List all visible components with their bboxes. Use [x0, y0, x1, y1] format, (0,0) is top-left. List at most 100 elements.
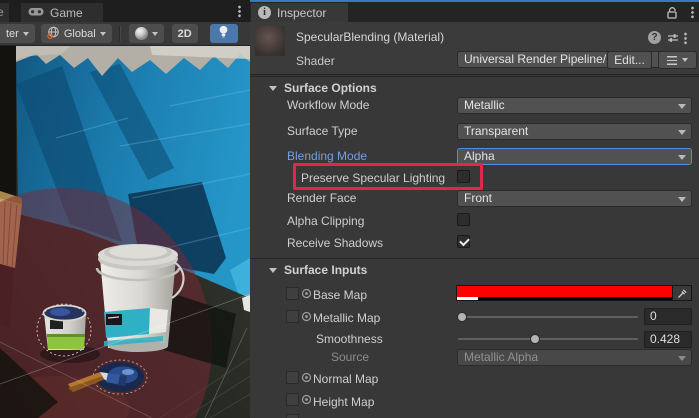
render-face-dropdown[interactable]: Front — [457, 190, 692, 207]
smoothness-slider[interactable] — [458, 334, 638, 344]
foldout-icon — [269, 86, 277, 91]
object-picker-icon[interactable] — [301, 372, 312, 383]
global-orientation-button[interactable]: Global — [41, 24, 112, 43]
lock-icon[interactable] — [666, 6, 678, 23]
shader-options-button[interactable] — [658, 51, 697, 69]
chevron-down-icon — [678, 197, 686, 202]
object-picker-icon[interactable] — [301, 288, 312, 299]
surface-type-dropdown[interactable]: Transparent — [457, 123, 692, 140]
pivot-label: ter — [6, 28, 19, 40]
chevron-down-icon — [100, 32, 106, 36]
slider-track[interactable] — [458, 338, 638, 340]
receive-shadows-label: Receive Shadows — [287, 235, 383, 252]
help-icon[interactable] — [648, 31, 661, 44]
presets-icon[interactable] — [667, 32, 679, 47]
shader-dropdown[interactable]: Universal Render Pipeline/Lit — [457, 51, 692, 68]
material-preview-thumbnail[interactable] — [255, 26, 285, 56]
chevron-down-icon — [678, 155, 686, 160]
partial-tab[interactable]: e — [0, 3, 9, 22]
game-tabbar: e Game — [0, 0, 250, 22]
tab-inspector-label: Inspector — [277, 6, 326, 20]
shader-dropdown-value: Universal Render Pipeline/Lit — [464, 52, 619, 66]
eyedropper-icon — [677, 288, 688, 299]
info-icon — [258, 6, 271, 19]
slider-thumb[interactable] — [457, 312, 467, 322]
global-label: Global — [64, 28, 96, 40]
source-label: Source — [331, 349, 369, 366]
smoothness-label: Smoothness — [316, 331, 383, 348]
workflow-mode-value: Metallic — [464, 98, 505, 112]
game-panel-menu-icon[interactable] — [238, 5, 241, 18]
material-title: SpecularBlending (Material) — [296, 29, 444, 46]
tab-game[interactable]: Game — [21, 3, 103, 22]
section-surface-options-title: Surface Options — [284, 81, 377, 95]
inspector-panel: Inspector SpecularBlending (Material) Sh… — [250, 0, 699, 418]
metallic-map-texture-slot[interactable] — [286, 310, 299, 323]
receive-shadows-checkbox[interactable] — [457, 235, 470, 248]
material-menu-icon[interactable] — [684, 32, 687, 45]
inspector-tabbar: Inspector — [250, 0, 699, 22]
render-face-value: Front — [464, 191, 492, 205]
object-picker-icon[interactable] — [301, 311, 312, 322]
scene-toolbar: ter Global 2D — [0, 22, 250, 46]
2d-label: 2D — [178, 28, 192, 40]
blending-mode-label: Blending Mode — [287, 148, 367, 165]
preserve-specular-label: Preserve Specular Lighting — [301, 170, 445, 187]
gamepad-icon — [28, 6, 44, 20]
chevron-down-icon — [152, 32, 158, 36]
toolbar-separator — [119, 26, 121, 41]
normal-map-label: Normal Map — [313, 371, 378, 388]
material-header: SpecularBlending (Material) Shader Unive… — [250, 22, 699, 75]
base-map-color-swatch[interactable] — [456, 285, 692, 301]
list-icon — [667, 56, 677, 65]
inspector-menu-icon[interactable] — [691, 6, 694, 19]
section-surface-inputs[interactable]: Surface Inputs — [269, 262, 367, 278]
tab-inspector[interactable]: Inspector — [251, 3, 348, 22]
pivot-dropdown-button[interactable]: ter — [0, 24, 35, 43]
slider-thumb[interactable] — [530, 334, 540, 344]
height-map-label: Height Map — [313, 394, 374, 411]
source-value: Metallic Alpha — [464, 350, 538, 364]
blending-mode-value: Alpha — [464, 149, 495, 163]
section-surface-inputs-title: Surface Inputs — [284, 263, 367, 277]
color-value — [457, 286, 672, 300]
workflow-mode-dropdown[interactable]: Metallic — [457, 97, 692, 114]
unity-editor-window: e Game ter Global — [0, 0, 699, 418]
game-view-panel: e Game ter Global — [0, 0, 250, 418]
lightbulb-icon — [218, 25, 229, 42]
workflow-mode-label: Workflow Mode — [287, 97, 369, 114]
height-map-texture-slot[interactable] — [286, 393, 299, 406]
section-surface-options[interactable]: Surface Options — [269, 80, 377, 96]
alpha-clipping-checkbox[interactable] — [457, 213, 470, 226]
chevron-down-icon — [678, 104, 686, 109]
object-picker-icon[interactable] — [301, 394, 312, 405]
blending-mode-dropdown[interactable]: Alpha — [457, 148, 692, 165]
base-map-texture-slot[interactable] — [286, 287, 299, 300]
divider — [250, 76, 699, 77]
metallic-map-label: Metallic Map — [313, 310, 380, 327]
next-texture-slot-partial[interactable] — [286, 414, 299, 418]
shaded-sphere-icon — [135, 27, 148, 40]
preserve-specular-checkbox[interactable] — [457, 170, 470, 183]
edit-shader-button[interactable]: Edit... — [607, 51, 652, 69]
slider-track[interactable] — [458, 316, 638, 318]
smoothness-value-field[interactable]: 0.428 — [644, 331, 692, 348]
metallic-value-field[interactable]: 0 — [644, 308, 692, 325]
chevron-down-icon — [23, 32, 29, 36]
2d-toggle-button[interactable]: 2D — [172, 24, 198, 43]
source-dropdown: Metallic Alpha — [457, 349, 692, 366]
metallic-slider[interactable] — [458, 312, 638, 322]
render-face-label: Render Face — [287, 190, 356, 207]
eyedropper-button[interactable] — [672, 286, 691, 300]
chevron-down-icon — [678, 356, 686, 361]
shading-mode-button[interactable] — [129, 24, 164, 43]
globe-icon — [47, 26, 60, 42]
shader-label: Shader — [296, 52, 335, 70]
scene-lighting-toggle-button[interactable] — [210, 24, 238, 43]
game-view-viewport[interactable] — [0, 46, 250, 418]
normal-map-texture-slot[interactable] — [286, 371, 299, 384]
base-map-label: Base Map — [313, 287, 367, 304]
alpha-clipping-label: Alpha Clipping — [287, 213, 364, 230]
tab-game-label: Game — [50, 6, 83, 20]
divider — [250, 258, 699, 259]
